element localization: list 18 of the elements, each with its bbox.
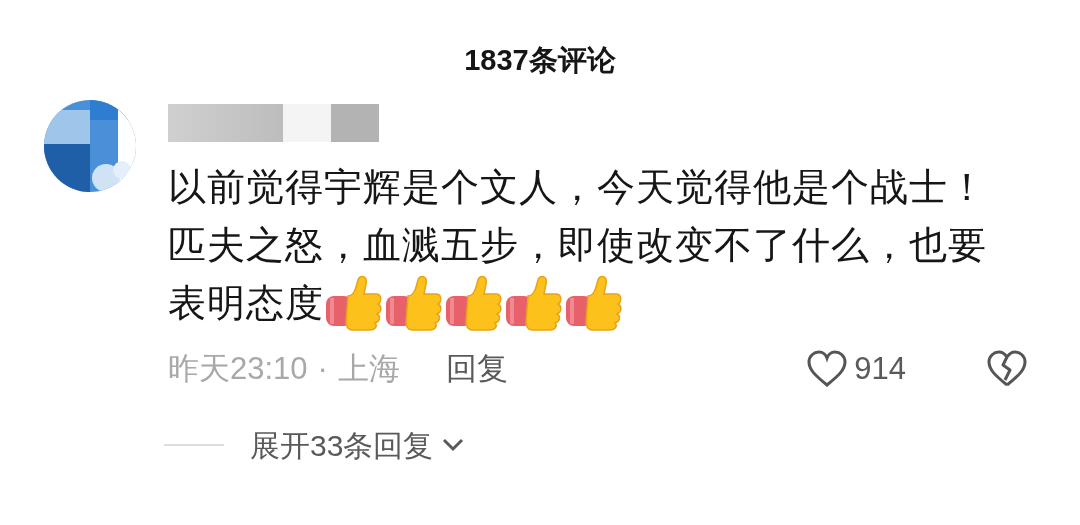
- thumbs-up-icon: [504, 274, 564, 332]
- comments-title: 1837条评论: [464, 43, 616, 78]
- comment-text: 以前觉得宇辉是个文人，今天觉得他是个战士！: [168, 165, 988, 210]
- expand-replies-button[interactable]: 展开33条回复: [250, 422, 466, 468]
- comment-location: 上海: [337, 350, 400, 388]
- chevron-down-icon: [441, 437, 466, 453]
- thumbs-up-icon: [444, 274, 504, 332]
- broken-heart-icon[interactable]: [986, 350, 1028, 389]
- comment-time: 昨天23:10: [168, 350, 308, 388]
- like-count: 914: [854, 350, 906, 388]
- heart-icon[interactable]: [806, 350, 849, 389]
- reply-button[interactable]: 回复: [445, 346, 508, 393]
- thumbs-up-icon: [324, 274, 384, 332]
- comment-text: 匹夫之怒，血溅五步，即使改变不了什么，也要: [168, 223, 988, 268]
- separator-dot: ·: [317, 350, 328, 388]
- thumbs-up-icon: [384, 274, 444, 332]
- comment-text: 表明态度: [168, 281, 324, 326]
- thumbs-up-icon: [564, 274, 624, 332]
